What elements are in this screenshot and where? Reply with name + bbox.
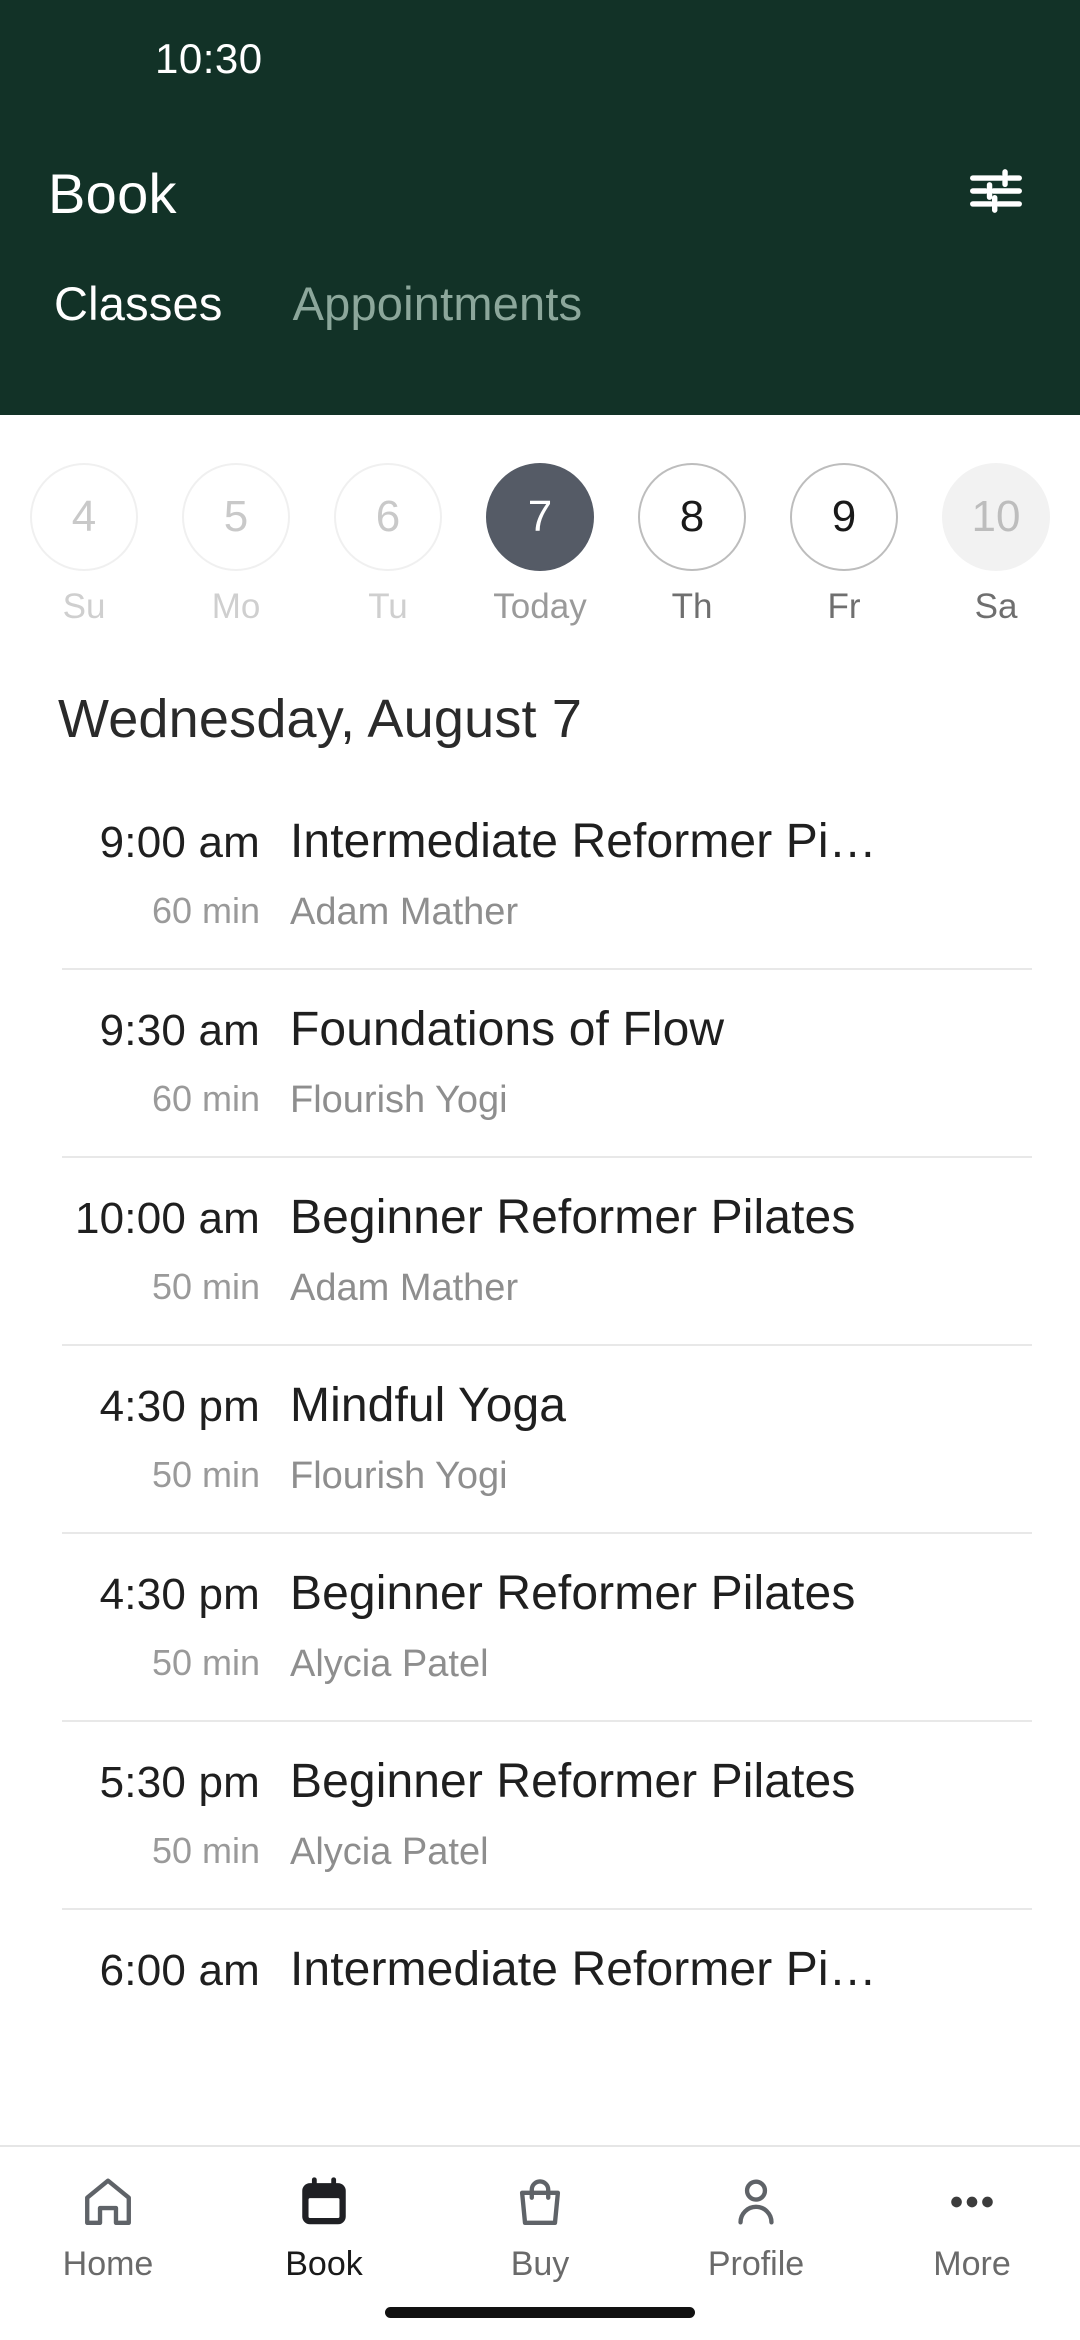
class-list: 9:00 am 60 min Intermediate Reformer Pi……: [0, 780, 1080, 2340]
class-name: Beginner Reformer Pilates: [290, 1191, 856, 1244]
class-name: Mindful Yoga: [290, 1379, 567, 1432]
nav-label-buy: Buy: [510, 2245, 570, 2283]
nav-label-book: Book: [285, 2245, 363, 2283]
date-cell-4[interactable]: 4 Su: [8, 463, 160, 627]
date-cell-5[interactable]: 5 Mo: [160, 463, 312, 627]
app-header: 10:30 Book Classes Appointments: [0, 0, 1080, 415]
class-time: 4:30 pm: [99, 1382, 260, 1431]
class-info-column: Intermediate Reformer Pi… Adam Mather: [290, 814, 1040, 934]
date-number-4[interactable]: 4: [30, 463, 138, 571]
class-time-column: 10:00 am 50 min: [0, 1190, 290, 1308]
filter-button[interactable]: [960, 157, 1032, 229]
day-heading: Wednesday, August 7: [58, 689, 583, 749]
class-instructor: Adam Mather: [290, 1267, 519, 1309]
class-name: Foundations of Flow: [290, 1003, 725, 1056]
nav-label-more: More: [933, 2245, 1011, 2283]
date-number-6[interactable]: 6: [334, 463, 442, 571]
class-duration: 50 min: [151, 1830, 260, 1871]
class-info-column: Beginner Reformer Pilates Adam Mather: [290, 1190, 1040, 1310]
home-indicator: [385, 2307, 695, 2318]
date-number-10[interactable]: 10: [942, 463, 1050, 571]
class-info-column: Mindful Yoga Flourish Yogi: [290, 1378, 1040, 1498]
date-weekday-8: Th: [671, 587, 713, 626]
tune-sliders-icon: [965, 160, 1027, 227]
nav-item-home[interactable]: Home: [0, 2169, 216, 2284]
class-name: Intermediate Reformer Pi…: [290, 1943, 877, 1996]
class-time-column: 4:30 pm 50 min: [0, 1566, 290, 1684]
date-cell-7-today[interactable]: 7 Today: [464, 463, 616, 627]
class-row[interactable]: 4:30 pm 50 min Beginner Reformer Pilates…: [0, 1532, 1080, 1720]
date-cell-9[interactable]: 9 Fr: [768, 463, 920, 627]
class-instructor: Flourish Yogi: [290, 1455, 508, 1497]
person-icon: [727, 2169, 785, 2235]
app-screen: 10:30 Book Classes Appointments 4 Su 5 M…: [0, 0, 1080, 2340]
class-name: Beginner Reformer Pilates: [290, 1755, 856, 1808]
class-duration: 60 min: [151, 1078, 260, 1119]
class-time: 9:00 am: [99, 818, 260, 867]
class-time: 6:00 am: [99, 1946, 260, 1995]
class-time-column: 9:30 am 60 min: [0, 1002, 290, 1120]
class-row[interactable]: 9:30 am 60 min Foundations of Flow Flour…: [0, 968, 1080, 1156]
class-time-column: 5:30 pm 50 min: [0, 1754, 290, 1872]
tab-bar: Classes Appointments: [0, 268, 1080, 331]
title-bar: Book: [0, 118, 1080, 268]
tab-classes[interactable]: Classes: [28, 268, 249, 331]
date-weekday-10: Sa: [974, 587, 1018, 626]
class-info-column: Intermediate Reformer Pi…: [290, 1942, 1040, 2019]
bottom-navigation: Home Book Buy Profile More: [0, 2145, 1080, 2340]
date-weekday-5: Mo: [211, 587, 261, 626]
date-number-9[interactable]: 9: [790, 463, 898, 571]
class-row[interactable]: 6:00 am Intermediate Reformer Pi…: [0, 1908, 1080, 2053]
status-bar: 10:30: [0, 0, 1080, 118]
date-weekday-today: Today: [493, 587, 587, 626]
ellipsis-icon: [943, 2169, 1001, 2235]
class-row[interactable]: 4:30 pm 50 min Mindful Yoga Flourish Yog…: [0, 1344, 1080, 1532]
class-time: 5:30 pm: [99, 1758, 260, 1807]
class-time: 9:30 am: [99, 1006, 260, 1055]
class-row[interactable]: 5:30 pm 50 min Beginner Reformer Pilates…: [0, 1720, 1080, 1908]
class-duration: 50 min: [151, 1454, 260, 1495]
nav-item-profile[interactable]: Profile: [648, 2169, 864, 2284]
nav-label-profile: Profile: [707, 2245, 805, 2283]
date-cell-6[interactable]: 6 Tu: [312, 463, 464, 627]
nav-label-home: Home: [62, 2245, 154, 2283]
shopping-bag-icon: [511, 2169, 569, 2235]
class-duration: 60 min: [151, 890, 260, 931]
nav-item-book[interactable]: Book: [216, 2169, 432, 2284]
class-instructor: Flourish Yogi: [290, 1079, 508, 1121]
date-weekday-6: Tu: [368, 587, 408, 626]
date-number-8[interactable]: 8: [638, 463, 746, 571]
nav-item-buy[interactable]: Buy: [432, 2169, 648, 2284]
date-number-7[interactable]: 7: [486, 463, 594, 571]
class-time-column: 9:00 am 60 min: [0, 814, 290, 932]
class-time: 10:00 am: [74, 1194, 260, 1243]
class-info-column: Beginner Reformer Pilates Alycia Patel: [290, 1566, 1040, 1686]
date-cell-8[interactable]: 8 Th: [616, 463, 768, 627]
home-icon: [79, 2169, 137, 2235]
page-title: Book: [48, 161, 177, 225]
class-duration: 50 min: [151, 1642, 260, 1683]
tab-appointments[interactable]: Appointments: [267, 268, 609, 331]
date-weekday-9: Fr: [827, 587, 861, 626]
class-time-column: 6:00 am: [0, 1942, 290, 2018]
class-time: 4:30 pm: [99, 1570, 260, 1619]
class-instructor: Alycia Patel: [290, 1831, 489, 1873]
date-cell-10[interactable]: 10 Sa: [920, 463, 1072, 627]
class-row[interactable]: 9:00 am 60 min Intermediate Reformer Pi……: [0, 780, 1080, 968]
date-selector[interactable]: 4 Su 5 Mo 6 Tu 7 Today 8 Th 9 Fr 10 Sa: [0, 415, 1080, 650]
calendar-icon: [295, 2169, 353, 2235]
nav-item-more[interactable]: More: [864, 2169, 1080, 2284]
class-duration: 50 min: [151, 1266, 260, 1307]
date-number-5[interactable]: 5: [182, 463, 290, 571]
class-time-column: 4:30 pm 50 min: [0, 1378, 290, 1496]
class-name: Intermediate Reformer Pi…: [290, 815, 877, 868]
class-info-column: Foundations of Flow Flourish Yogi: [290, 1002, 1040, 1122]
date-weekday-4: Su: [62, 587, 106, 626]
status-bar-clock: 10:30: [155, 35, 263, 82]
class-instructor: Alycia Patel: [290, 1643, 489, 1685]
class-instructor: Adam Mather: [290, 891, 519, 933]
class-info-column: Beginner Reformer Pilates Alycia Patel: [290, 1754, 1040, 1874]
class-row[interactable]: 10:00 am 50 min Beginner Reformer Pilate…: [0, 1156, 1080, 1344]
class-name: Beginner Reformer Pilates: [290, 1567, 856, 1620]
